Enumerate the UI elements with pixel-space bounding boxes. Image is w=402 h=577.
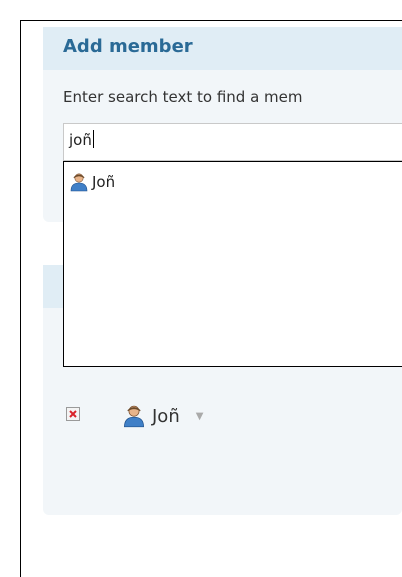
text-cursor — [92, 130, 94, 148]
remove-icon[interactable] — [66, 407, 80, 421]
search-input-value: joñ — [69, 131, 92, 149]
selected-member[interactable]: Joñ ▼ — [122, 404, 203, 428]
result-item-label: Joñ — [92, 173, 116, 191]
search-prompt: Enter search text to find a mem — [63, 88, 303, 106]
user-icon — [70, 173, 88, 192]
user-icon — [124, 405, 144, 428]
result-item[interactable]: Joñ — [69, 172, 115, 192]
dialog-title: Add member — [63, 36, 193, 57]
chevron-down-icon[interactable]: ▼ — [196, 411, 204, 422]
selected-member-name: Joñ — [152, 405, 180, 427]
search-results-dropdown: Joñ — [63, 161, 402, 367]
search-input[interactable]: joñ — [63, 123, 402, 161]
